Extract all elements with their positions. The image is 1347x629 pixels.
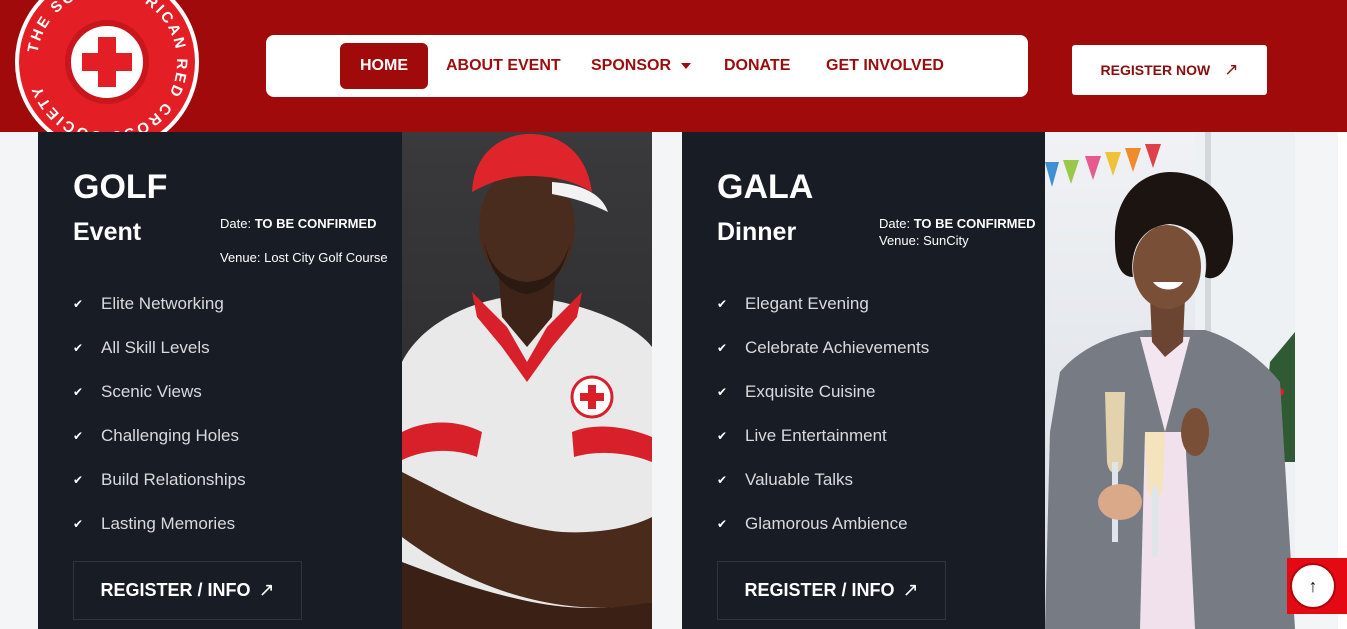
golf-venue: Venue: Lost City Golf Course [220,250,388,265]
page-edge [1338,132,1347,629]
checkmark-icon: ✔ [73,473,84,487]
checkmark-icon: ✔ [73,297,84,311]
checkmark-icon: ✔ [717,473,728,487]
main-nav: HOME ABOUT EVENT SPONSOR DONATE GET INVO… [266,35,1028,97]
checkmark-icon: ✔ [717,517,728,531]
golf-card-content: GOLF Event Date: TO BE CONFIRMED Venue: … [38,132,402,629]
checkmark-icon: ✔ [717,429,728,443]
golfer-illustration [402,134,652,629]
feature-label: Lasting Memories [101,514,236,533]
feature-label: Live Entertainment [745,426,887,445]
golf-feature-list: ✔ Elite Networking ✔ All Skill Levels ✔ Sce… [73,282,246,546]
gala-card-content: GALA Dinner Date: TO BE CONFIRMED Venue:… [682,132,1046,629]
nav-item-donate[interactable]: DONATE [724,43,790,89]
gala-feature-list: ✔ Elegant Evening ✔ Celebrate Achievements… [717,282,929,546]
golf-register-info-button[interactable]: REGISTER / INFO ↗ [73,561,302,620]
feature-label: Valuable Talks [745,470,854,489]
red-cross-icon [82,37,132,87]
feature-label: Exquisite Cuisine [745,382,876,401]
golf-title: GOLF [73,168,168,206]
list-item: ✔ Scenic Views [73,370,246,414]
gala-date: Date: TO BE CONFIRMED [879,216,1036,231]
gala-date-value: TO BE CONFIRMED [913,216,1036,231]
list-item: ✔ Elite Networking [73,282,246,326]
feature-label: Challenging Holes [101,426,239,445]
register-now-button[interactable]: REGISTER NOW ↗ [1072,45,1267,95]
feature-label: Build Relationships [101,470,246,489]
nav-item-sponsor-label: SPONSOR [591,57,672,74]
gala-subtitle: Dinner [717,218,797,246]
golf-subtitle: Event [73,218,142,246]
arrow-up-right-icon: ↗ [258,580,275,601]
gala-title: GALA [717,168,814,206]
feature-label: Elegant Evening [745,294,869,313]
golf-event-card: GOLF Event Date: TO BE CONFIRMED Venue: … [38,132,652,629]
nav-item-about-event[interactable]: ABOUT EVENT [446,43,561,89]
list-item: ✔ Exquisite Cuisine [717,370,929,414]
gala-venue: Venue: SunCity [879,233,969,248]
feature-label: Celebrate Achievements [745,338,930,357]
nav-item-home[interactable]: HOME [340,43,428,89]
gala-register-info-label: REGISTER / INFO [744,580,895,600]
gala-illustration [1045,132,1295,629]
list-item: ✔ Challenging Holes [73,414,246,458]
checkmark-icon: ✔ [717,297,728,311]
site-header: THE SOUTH AFRICAN RED CROSS SOCIETY HOME… [0,0,1347,154]
scroll-to-top-button[interactable]: ↑ [1287,558,1347,614]
checkmark-icon: ✔ [73,385,84,399]
feature-label: Scenic Views [101,382,202,401]
checkmark-icon: ✔ [717,385,728,399]
list-item: ✔ Live Entertainment [717,414,929,458]
golf-date-value: TO BE CONFIRMED [254,216,377,231]
arrow-up-right-icon: ↗ [1224,60,1239,79]
gala-date-label: Date: [879,216,914,231]
list-item: ✔ Lasting Memories [73,502,246,546]
register-now-label: REGISTER NOW [1100,62,1211,78]
checkmark-icon: ✔ [73,517,84,531]
logo-ring: THE SOUTH AFRICAN RED CROSS SOCIETY [19,0,195,150]
list-item: ✔ Valuable Talks [717,458,929,502]
golf-date: Date: TO BE CONFIRMED [220,216,377,231]
list-item: ✔ Celebrate Achievements [717,326,929,370]
red-cross-logo[interactable]: THE SOUTH AFRICAN RED CROSS SOCIETY [15,0,199,154]
page: THE SOUTH AFRICAN RED CROSS SOCIETY HOME… [0,0,1347,629]
arrow-up-icon: ↑ [1290,563,1336,609]
feature-label: Glamorous Ambience [745,514,908,533]
list-item: ✔ Elegant Evening [717,282,929,326]
checkmark-icon: ✔ [73,429,84,443]
caret-down-icon [681,62,692,69]
checkmark-icon: ✔ [73,341,84,355]
gala-dinner-card: GALA Dinner Date: TO BE CONFIRMED Venue:… [682,132,1295,629]
list-item: ✔ Build Relationships [73,458,246,502]
golfer-portrait-image [402,132,652,629]
nav-item-get-involved[interactable]: GET INVOLVED [826,43,944,89]
golf-date-label: Date: [220,216,255,231]
list-item: ✔ Glamorous Ambience [717,502,929,546]
golf-register-info-label: REGISTER / INFO [100,580,251,600]
feature-label: Elite Networking [101,294,224,313]
checkmark-icon: ✔ [717,341,728,355]
list-item: ✔ All Skill Levels [73,326,246,370]
feature-label: All Skill Levels [101,338,210,357]
gala-guest-toast-image [1045,132,1295,629]
gala-register-info-button[interactable]: REGISTER / INFO ↗ [717,561,946,620]
nav-item-sponsor[interactable]: SPONSOR [591,43,692,89]
arrow-up-right-icon: ↗ [902,580,919,601]
